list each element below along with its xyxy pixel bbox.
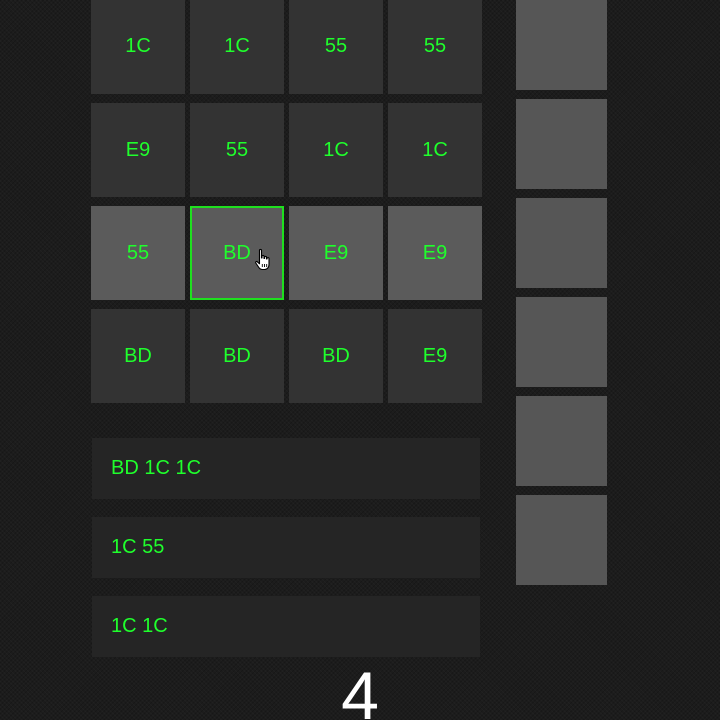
sequence-item: BD 1C 1C (92, 438, 480, 499)
sequence-item: 1C 55 (92, 517, 480, 578)
matrix-cell-r3-c0[interactable]: BD (91, 309, 185, 403)
buffer-panel (516, 0, 607, 594)
sequence-list: BD 1C 1C 1C 55 1C 1C (92, 438, 480, 675)
buffer-slot (516, 0, 607, 90)
matrix-cell-r1-c1[interactable]: 55 (190, 103, 284, 197)
matrix-cell-r2-c3[interactable]: E9 (388, 206, 482, 300)
matrix-cell-r1-c3[interactable]: 1C (388, 103, 482, 197)
buffer-slot (516, 99, 607, 189)
matrix-cell-r0-c0[interactable]: 1C (91, 0, 185, 94)
matrix-cell-r2-c2[interactable]: E9 (289, 206, 383, 300)
buffer-slot (516, 198, 607, 288)
matrix-cell-r0-c1[interactable]: 1C (190, 0, 284, 94)
matrix-cell-r3-c3[interactable]: E9 (388, 309, 482, 403)
buffer-slot (516, 495, 607, 585)
matrix-cell-r2-c0[interactable]: 55 (91, 206, 185, 300)
matrix-cell-r3-c2[interactable]: BD (289, 309, 383, 403)
step-counter: 4 (341, 658, 379, 720)
matrix-cell-r0-c2[interactable]: 55 (289, 0, 383, 94)
hand-cursor-icon (255, 248, 270, 271)
matrix-cell-r1-c0[interactable]: E9 (91, 103, 185, 197)
code-matrix: 1C 1C 55 55 E9 55 1C 1C 55 BD E9 E9 BD B… (91, 0, 484, 403)
sequence-item: 1C 1C (92, 596, 480, 657)
buffer-slot (516, 396, 607, 486)
matrix-cell-r3-c1[interactable]: BD (190, 309, 284, 403)
buffer-slot (516, 297, 607, 387)
matrix-cell-r1-c2[interactable]: 1C (289, 103, 383, 197)
matrix-cell-r0-c3[interactable]: 55 (388, 0, 482, 94)
